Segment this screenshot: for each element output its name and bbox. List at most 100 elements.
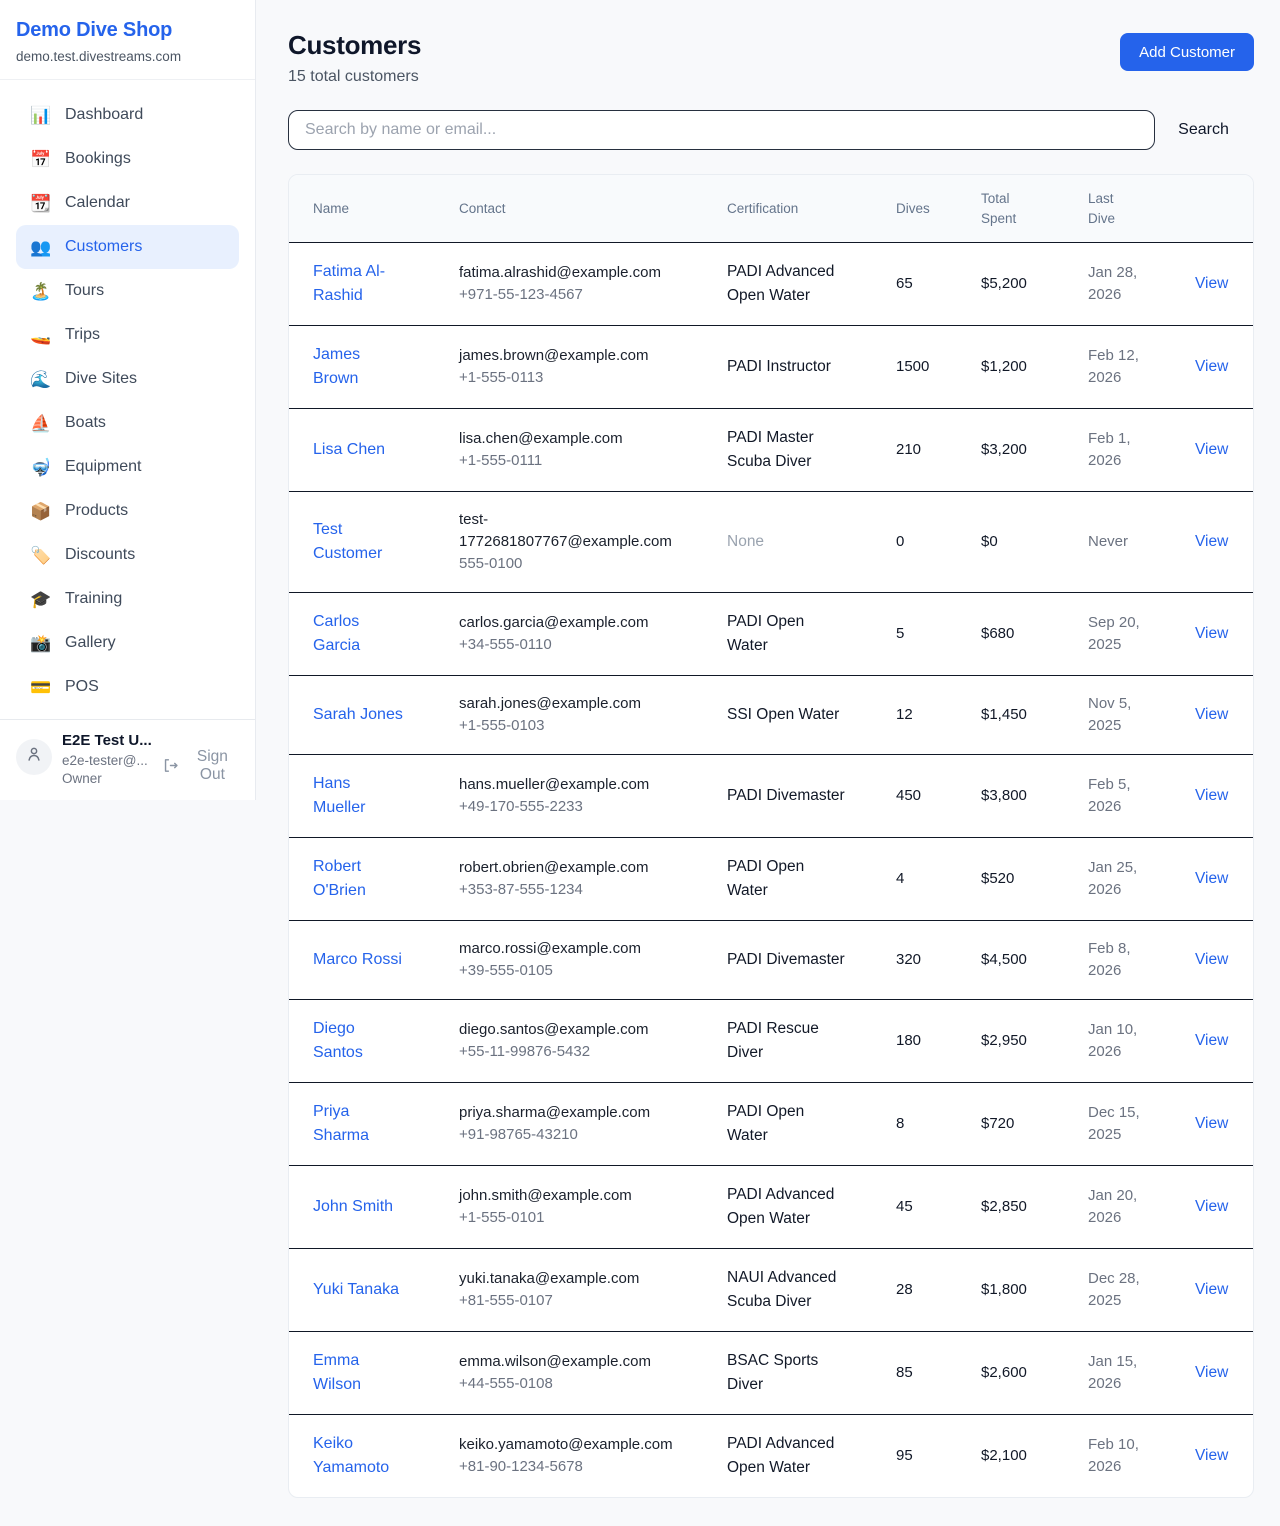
sidebar-item-label: Boats (65, 414, 106, 432)
customer-certification: PADI Divemaster (727, 951, 845, 968)
customer-email: priya.sharma@example.com (459, 1102, 679, 1124)
sailboat-icon: ⛵ (30, 415, 52, 432)
sidebar-item-boats[interactable]: ⛵ Boats (16, 401, 239, 445)
sidebar-item-trips[interactable]: 🚤Trips (16, 313, 239, 357)
sidebar-item-equipment[interactable]: 🤿Equipment (16, 445, 239, 489)
customer-email: emma.wilson@example.com (459, 1351, 679, 1373)
customer-name-link[interactable]: John Smith (313, 1195, 393, 1219)
view-link[interactable]: View (1195, 1115, 1228, 1132)
view-link[interactable]: View (1195, 533, 1228, 550)
view-link[interactable]: View (1195, 1364, 1228, 1381)
dives-cell: 4 (872, 838, 957, 921)
name-cell: Marco Rossi (289, 921, 435, 1000)
view-link[interactable]: View (1195, 358, 1228, 375)
person-icon (25, 745, 43, 768)
customer-dives: 12 (896, 706, 913, 723)
search-button[interactable]: Search (1155, 120, 1252, 140)
view-link[interactable]: View (1195, 706, 1228, 723)
user-info: E2E Test U... e2e-tester@... Owner (62, 732, 152, 788)
sidebar-item-label: Equipment (65, 458, 142, 476)
certification-cell: PADI Advanced Open Water (703, 1166, 872, 1249)
view-link[interactable]: View (1195, 1281, 1228, 1298)
table-row: Diego Santos diego.santos@example.com+55-… (289, 1000, 1253, 1083)
customer-name-link[interactable]: Emma Wilson (313, 1349, 403, 1397)
page-title-block: Customers 15 total customers (288, 30, 421, 86)
view-link[interactable]: View (1195, 1198, 1228, 1215)
view-link[interactable]: View (1195, 870, 1228, 887)
customer-email: carlos.garcia@example.com (459, 612, 679, 634)
last-dive-cell: Dec 28, 2025 (1064, 1249, 1171, 1332)
customer-total-spent: $3,800 (981, 787, 1027, 804)
sidebar-item-discounts[interactable]: 🏷️Discounts (16, 533, 239, 577)
customer-certification: PADI Instructor (727, 358, 831, 375)
sidebar-item-pos[interactable]: 💳 POS (16, 665, 239, 709)
table-row: Emma Wilsonemma.wilson@example.com+44-55… (289, 1332, 1253, 1415)
customer-dives: 180 (896, 1032, 921, 1049)
table-header-row: NameContactCertificationDivesTotal Spent… (289, 175, 1253, 243)
sidebar-item-calendar[interactable]: 📆Calendar (16, 181, 239, 225)
view-link[interactable]: View (1195, 625, 1228, 642)
customer-name-link[interactable]: Fatima Al-Rashid (313, 260, 403, 308)
sidebar-item-label: Discounts (65, 546, 135, 564)
customer-name-link[interactable]: Keiko Yamamoto (313, 1432, 403, 1480)
shop-domain: demo.test.divestreams.com (16, 49, 239, 64)
customer-name-link[interactable]: Lisa Chen (313, 438, 385, 462)
dives-cell: 85 (872, 1332, 957, 1415)
page-header: Customers 15 total customers Add Custome… (288, 30, 1254, 86)
actions-cell: View (1171, 755, 1253, 838)
customer-email: diego.santos@example.com (459, 1019, 679, 1041)
customer-phone: +55-11-99876-5432 (459, 1041, 679, 1063)
customer-name-link[interactable]: James Brown (313, 343, 403, 391)
customer-name-link[interactable]: Sarah Jones (313, 703, 403, 727)
sidebar-item-label: Products (65, 502, 128, 520)
last-dive-cell: Nov 5, 2025 (1064, 676, 1171, 755)
sidebar-item-tours[interactable]: 🏝️Tours (16, 269, 239, 313)
customer-email: sarah.jones@example.com (459, 693, 679, 715)
customer-certification: SSI Open Water (727, 706, 839, 723)
contact-cell: carlos.garcia@example.com+34-555-0110 (435, 593, 703, 676)
credit-card-icon: 💳 (30, 679, 52, 696)
view-link[interactable]: View (1195, 1447, 1228, 1464)
last-dive-cell: Never (1064, 492, 1171, 593)
wave-icon: 🌊 (30, 371, 52, 388)
table-row: Sarah Jonessarah.jones@example.com+1-555… (289, 676, 1253, 755)
sidebar-item-label: Dive Sites (65, 370, 137, 388)
actions-cell: View (1171, 1166, 1253, 1249)
customer-name-link[interactable]: Test Customer (313, 518, 403, 566)
customer-name-link[interactable]: Yuki Tanaka (313, 1278, 399, 1302)
customer-name-link[interactable]: Carlos Garcia (313, 610, 403, 658)
view-link[interactable]: View (1195, 275, 1228, 292)
search-input[interactable] (288, 110, 1155, 150)
sidebar-item-gallery[interactable]: 📸Gallery (16, 621, 239, 665)
view-link[interactable]: View (1195, 1032, 1228, 1049)
customer-name-link[interactable]: Hans Mueller (313, 772, 403, 820)
view-link[interactable]: View (1195, 951, 1228, 968)
dives-cell: 210 (872, 409, 957, 492)
customer-dives: 28 (896, 1281, 913, 1298)
sidebar-item-customers[interactable]: 👥Customers (16, 225, 239, 269)
customer-phone: +1-555-0113 (459, 367, 679, 389)
certification-cell: PADI Master Scuba Diver (703, 409, 872, 492)
column-header-dives: Dives (872, 175, 957, 243)
customer-name-link[interactable]: Priya Sharma (313, 1100, 403, 1148)
sidebar-item-dive-sites[interactable]: 🌊 Dive Sites (16, 357, 239, 401)
name-cell: John Smith (289, 1166, 435, 1249)
total-spent-cell: $1,200 (957, 326, 1064, 409)
view-link[interactable]: View (1195, 787, 1228, 804)
certification-cell: PADI Open Water (703, 593, 872, 676)
customer-certification: PADI Rescue Diver (727, 1020, 819, 1061)
sidebar-item-dashboard[interactable]: 📊Dashboard (16, 93, 239, 137)
customer-name-link[interactable]: Robert O'Brien (313, 855, 403, 903)
customer-name-link[interactable]: Marco Rossi (313, 948, 402, 972)
sidebar-item-training[interactable]: 🎓Training (16, 577, 239, 621)
sidebar-item-label: POS (65, 678, 99, 696)
customer-certification: PADI Open Water (727, 858, 804, 899)
sidebar-item-bookings[interactable]: 📅Bookings (16, 137, 239, 181)
customer-certification: PADI Advanced Open Water (727, 263, 834, 304)
actions-cell: View (1171, 1332, 1253, 1415)
sidebar-item-products[interactable]: 📦Products (16, 489, 239, 533)
sign-out-button[interactable]: Sign Out (162, 732, 241, 784)
customer-name-link[interactable]: Diego Santos (313, 1017, 403, 1065)
view-link[interactable]: View (1195, 441, 1228, 458)
add-customer-button[interactable]: Add Customer (1120, 33, 1254, 71)
